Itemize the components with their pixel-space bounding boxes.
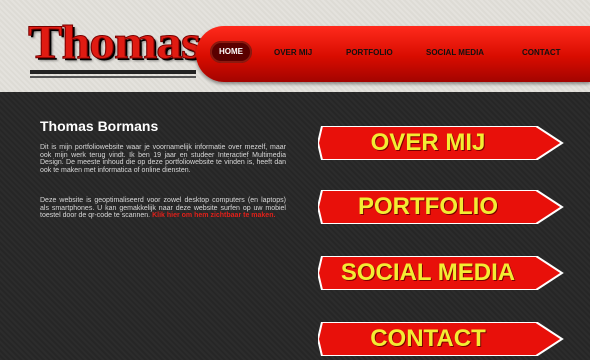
mobile-paragraph: Deze website is geoptimaliseerd voor zow… [40, 197, 286, 220]
main-navigation: HOME OVER MIJ PORTFOLIO SOCIAL MEDIA CON… [196, 26, 590, 82]
page-title: Thomas Bormans [40, 118, 159, 134]
portfolio-button-label: PORTFOLIO [358, 193, 498, 220]
over-mij-button[interactable]: OVER MIJ [318, 126, 564, 160]
logo-underline [30, 70, 196, 74]
intro-paragraph: Dit is mijn portfoliowebsite waar je voo… [40, 144, 286, 174]
social-media-button-label: SOCIAL MEDIA [340, 259, 516, 286]
qr-code-link[interactable]: Klik hier om hem zichtbaar te maken. [152, 212, 275, 219]
nav-item-over-mij[interactable]: OVER MIJ [274, 48, 312, 57]
contact-button[interactable]: CONTACT [318, 322, 564, 356]
nav-home-button[interactable]: HOME [210, 41, 252, 63]
logo-underline-secondary [30, 76, 196, 78]
nav-item-contact[interactable]: CONTACT [522, 48, 561, 57]
social-media-button[interactable]: SOCIAL MEDIA [318, 256, 564, 290]
site-logo[interactable]: Thomas [27, 17, 201, 68]
nav-item-social-media[interactable]: SOCIAL MEDIA [426, 48, 484, 57]
contact-button-label: CONTACT [370, 325, 486, 352]
over-mij-button-label: OVER MIJ [370, 129, 486, 156]
nav-item-portfolio[interactable]: PORTFOLIO [346, 48, 393, 57]
portfolio-button[interactable]: PORTFOLIO [318, 190, 564, 224]
